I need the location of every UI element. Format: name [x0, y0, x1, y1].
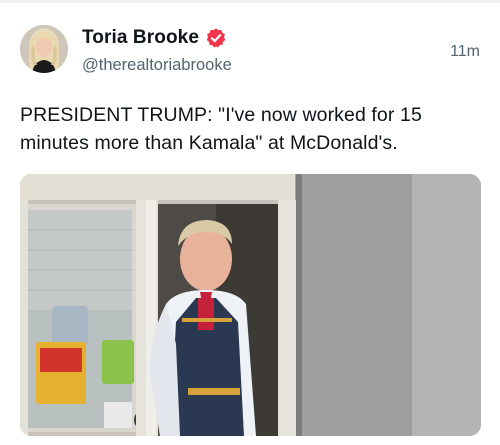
photo-image	[20, 174, 481, 436]
post-media-photo[interactable]	[20, 174, 481, 436]
author-handle[interactable]: @therealtoriabrooke	[82, 56, 232, 75]
author-avatar[interactable]	[20, 25, 68, 73]
verified-badge-icon	[206, 28, 226, 48]
author-display-name[interactable]: Toria Brooke	[82, 27, 199, 49]
author-name-row[interactable]: Toria Brooke	[82, 26, 227, 50]
post-card[interactable]: Toria Brooke @therealtoriabrooke 11m PRE…	[0, 0, 500, 445]
avatar-image	[20, 25, 68, 73]
post-timestamp[interactable]: 11m	[450, 43, 480, 61]
post-text: PRESIDENT TRUMP: "I've now worked for 15…	[20, 104, 422, 154]
